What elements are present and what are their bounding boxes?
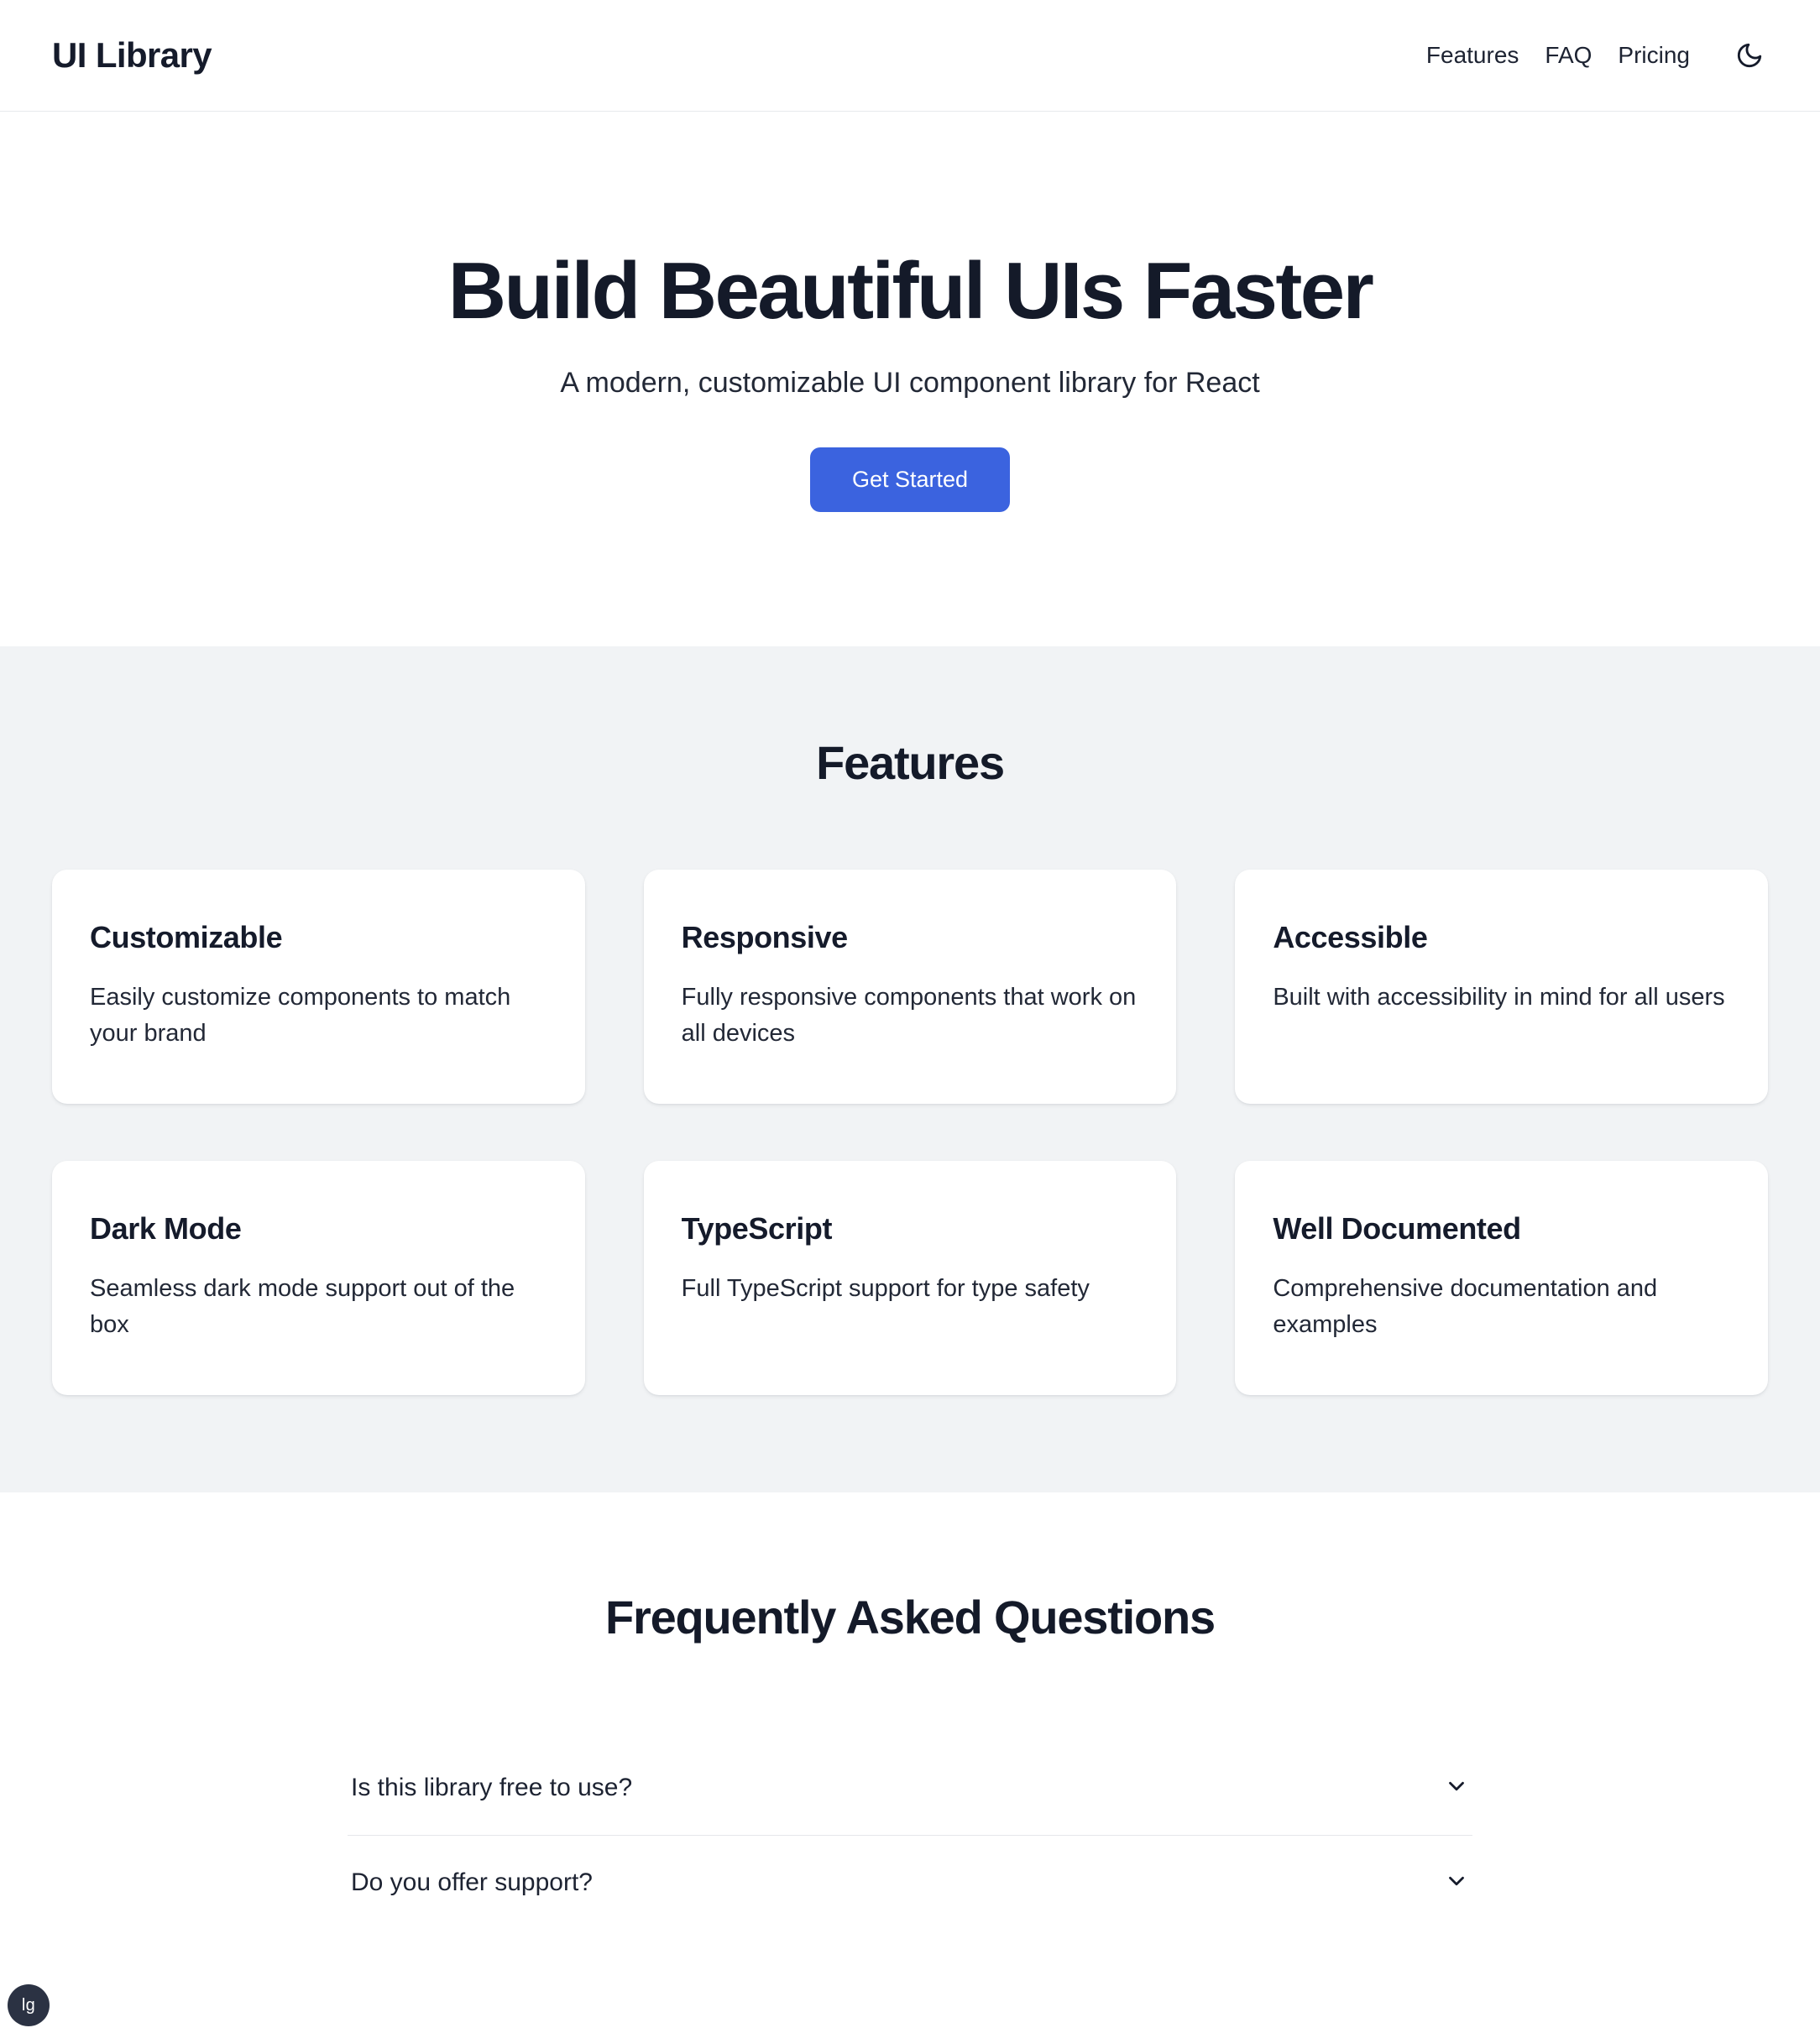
- brand-logo[interactable]: UI Library: [52, 38, 212, 73]
- viewport-size-badge: lg: [8, 1984, 50, 2026]
- feature-card-description: Fully responsive components that work on…: [681, 983, 1137, 1047]
- nav-link-faq[interactable]: FAQ: [1545, 44, 1592, 67]
- feature-card-description: Seamless dark mode support out of the bo…: [90, 1275, 515, 1339]
- feature-card-typescript: TypeScript Full TypeScript support for t…: [643, 1160, 1177, 1395]
- features-section: Features Customizable Easily customize c…: [0, 645, 1820, 1492]
- features-grid: Customizable Easily customize components…: [52, 869, 1768, 1395]
- feature-card-title: Dark Mode: [90, 1210, 242, 1246]
- feature-card-description: Easily customize components to match you…: [90, 983, 511, 1047]
- page-root: UI Library Features FAQ Pricing Build Be…: [0, 0, 1820, 2033]
- faq-question-toggle-offer-support[interactable]: Do you offer support?: [348, 1836, 1472, 1930]
- hero-subtitle: A modern, customizable UI component libr…: [560, 366, 1260, 399]
- faq-accordion: Is this library free to use? Do you offe…: [348, 1741, 1472, 1930]
- feature-card-description: Comprehensive documentation and examples: [1273, 1275, 1658, 1339]
- features-heading: Features: [816, 735, 1005, 789]
- faq-section: Frequently Asked Questions Is this libra…: [0, 1492, 1820, 1930]
- faq-question-label: Is this library free to use?: [351, 1773, 633, 1801]
- hero-cta-wrapper: Get Started: [0, 447, 1820, 512]
- chevron-down-icon: [1444, 1868, 1469, 1896]
- nav-link-pricing[interactable]: Pricing: [1618, 44, 1690, 67]
- get-started-button[interactable]: Get Started: [809, 447, 1011, 512]
- faq-question-toggle-free-to-use[interactable]: Is this library free to use?: [348, 1741, 1472, 1835]
- faq-item: Is this library free to use?: [348, 1741, 1472, 1836]
- feature-card-title: Well Documented: [1273, 1210, 1521, 1246]
- feature-card-dark-mode: Dark Mode Seamless dark mode support out…: [52, 1160, 585, 1395]
- page-title: Build Beautiful UIs Faster: [447, 246, 1374, 336]
- chevron-down-icon: [1444, 1774, 1469, 1801]
- primary-nav: Features FAQ Pricing: [1426, 37, 1768, 74]
- feature-card-responsive: Responsive Fully responsive components t…: [643, 869, 1177, 1104]
- feature-card-title: TypeScript: [681, 1210, 833, 1246]
- dark-mode-toggle-button[interactable]: [1731, 37, 1768, 74]
- faq-item: Do you offer support?: [348, 1836, 1472, 1930]
- feature-card-title: Customizable: [90, 919, 283, 954]
- feature-card-customizable: Customizable Easily customize components…: [52, 869, 585, 1104]
- feature-card-accessible: Accessible Built with accessibility in m…: [1235, 869, 1768, 1104]
- feature-card-title: Accessible: [1273, 919, 1428, 954]
- faq-heading: Frequently Asked Questions: [604, 1590, 1216, 1644]
- faq-question-label: Do you offer support?: [351, 1868, 593, 1896]
- hero-section: Build Beautiful UIs Faster A modern, cus…: [0, 112, 1820, 646]
- nav-link-features[interactable]: Features: [1426, 44, 1519, 67]
- feature-card-description: Built with accessibility in mind for all…: [1273, 983, 1725, 1011]
- site-header: UI Library Features FAQ Pricing: [0, 0, 1820, 112]
- feature-card-description: Full TypeScript support for type safety: [681, 1275, 1090, 1303]
- feature-card-title: Responsive: [681, 919, 848, 954]
- feature-card-well-documented: Well Documented Comprehensive documentat…: [1235, 1160, 1768, 1395]
- moon-icon: [1735, 41, 1764, 70]
